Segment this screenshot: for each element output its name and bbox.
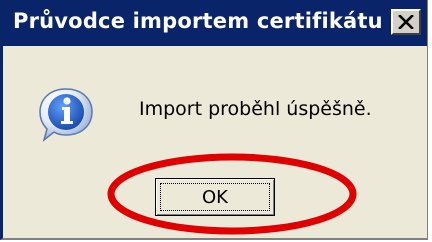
close-icon: [398, 15, 414, 29]
information-icon: [39, 88, 93, 143]
title-bar[interactable]: Průvodce importem certifikátu: [3, 0, 427, 46]
dialog-title: Průvodce importem certifikátu: [13, 9, 383, 33]
red-highlight-ellipse: [107, 153, 357, 235]
status-message: Import proběhl úspěšně.: [139, 98, 372, 120]
close-button[interactable]: [391, 9, 421, 35]
